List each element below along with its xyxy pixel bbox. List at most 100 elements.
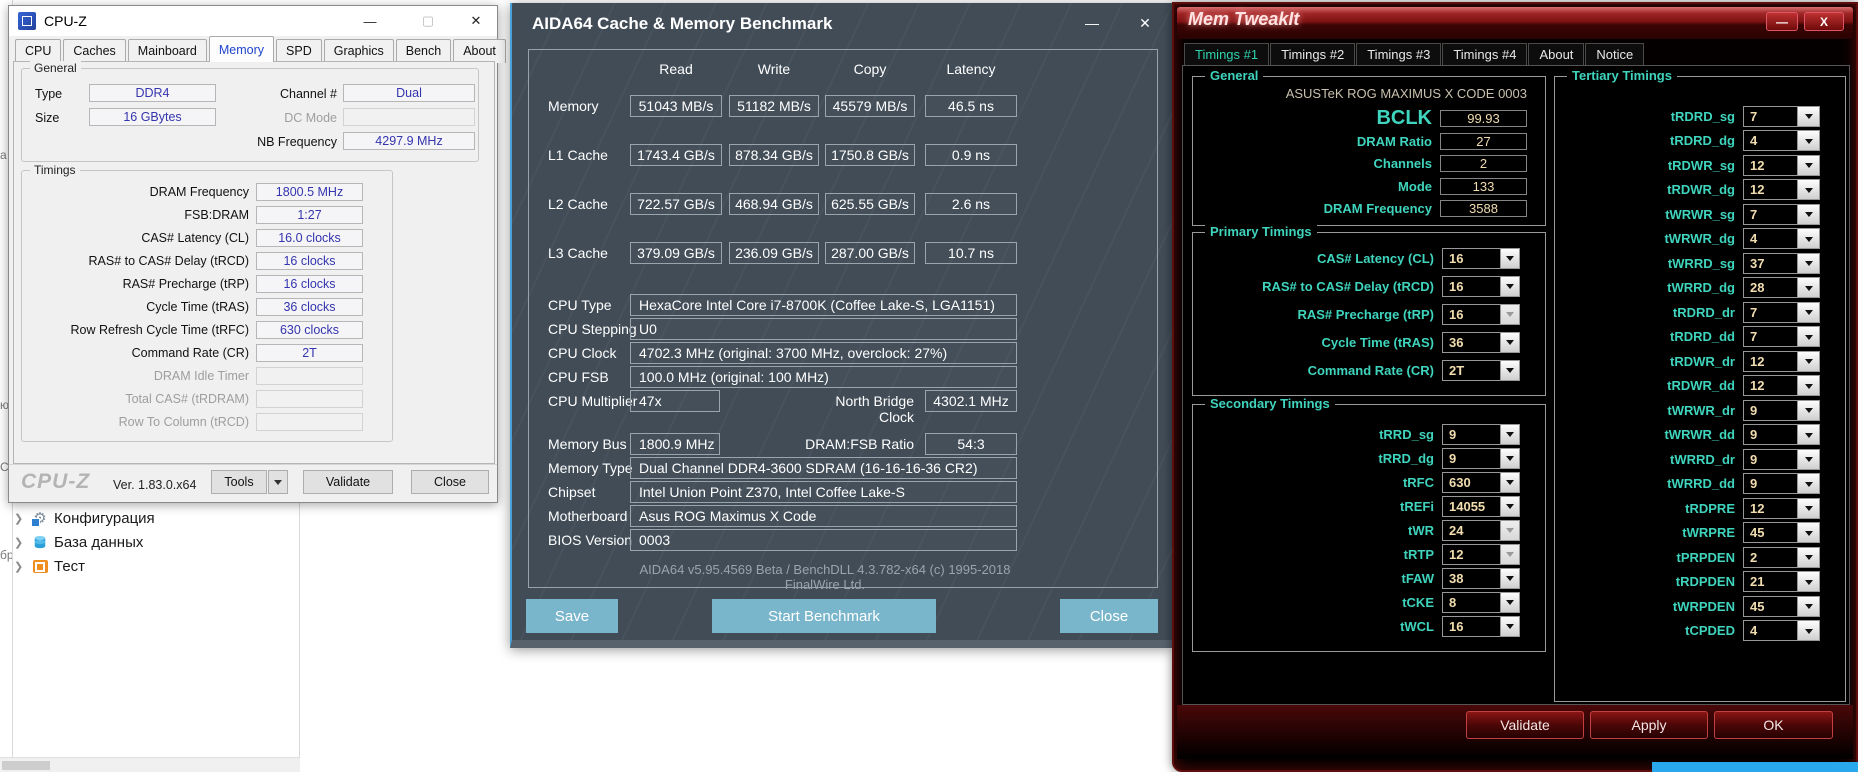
dropdown-arrow-icon[interactable]: [1500, 495, 1520, 517]
tab-caches[interactable]: Caches: [63, 39, 126, 63]
dropdown-arrow-icon[interactable]: [1797, 497, 1820, 519]
combo-twrpden[interactable]: 45: [1743, 595, 1820, 617]
combo-trtp[interactable]: 12: [1442, 543, 1520, 565]
dropdown-arrow-icon[interactable]: [1500, 447, 1520, 469]
tree-item-test[interactable]: Тест: [14, 556, 85, 576]
dropdown-arrow-icon[interactable]: [1797, 326, 1820, 348]
combo-cas-latency[interactable]: 16: [1442, 247, 1520, 269]
tools-button[interactable]: Tools: [211, 470, 267, 494]
combo-trdrd-dg[interactable]: 4: [1743, 130, 1820, 152]
combo-trfc[interactable]: 630: [1442, 471, 1520, 493]
dropdown-arrow-icon[interactable]: [1797, 179, 1820, 201]
dropdown-arrow-icon[interactable]: [1797, 203, 1820, 225]
combo-twrwr-dr[interactable]: 9: [1743, 399, 1820, 421]
dropdown-arrow-icon[interactable]: [1500, 471, 1520, 493]
dropdown-arrow-icon[interactable]: [1797, 350, 1820, 372]
combo-twcl[interactable]: 16: [1442, 615, 1520, 637]
combo-twrrd-sg[interactable]: 37: [1743, 252, 1820, 274]
combo-command-rate[interactable]: 2T: [1442, 359, 1520, 381]
dropdown-arrow-icon[interactable]: [1797, 620, 1820, 642]
tab-mainboard[interactable]: Mainboard: [127, 39, 207, 63]
combo-tfaw[interactable]: 38: [1442, 567, 1520, 589]
scrollbar-thumb[interactable]: [2, 761, 50, 770]
dropdown-arrow-icon[interactable]: [1500, 331, 1520, 353]
close-button[interactable]: ✕: [455, 6, 497, 36]
dropdown-arrow-icon[interactable]: [1500, 247, 1520, 269]
tools-dropdown-button[interactable]: [268, 470, 288, 494]
close-button[interactable]: ✕: [1130, 11, 1160, 35]
combo-twr[interactable]: 24: [1442, 519, 1520, 541]
dropdown-arrow-icon[interactable]: [1797, 546, 1820, 568]
combo-trdwr-dg[interactable]: 12: [1743, 179, 1820, 201]
validate-button[interactable]: Validate: [303, 470, 393, 494]
close-button[interactable]: X: [1804, 12, 1844, 31]
dropdown-arrow-icon[interactable]: [1797, 154, 1820, 176]
tab-bench[interactable]: Bench: [395, 39, 452, 63]
minimize-button[interactable]: —: [1077, 11, 1107, 35]
combo-tcpded[interactable]: 4: [1743, 620, 1820, 642]
dropdown-arrow-icon[interactable]: [1797, 375, 1820, 397]
combo-twrwr-sg[interactable]: 7: [1743, 203, 1820, 225]
dropdown-arrow-icon[interactable]: [1797, 252, 1820, 274]
horizontal-scrollbar[interactable]: [0, 757, 300, 772]
dropdown-arrow-icon[interactable]: [1797, 473, 1820, 495]
combo-trdwr-dr[interactable]: 12: [1743, 350, 1820, 372]
dropdown-arrow-icon[interactable]: [1797, 571, 1820, 593]
combo-trrd-sg[interactable]: 9: [1442, 423, 1520, 445]
combo-twrpre[interactable]: 45: [1743, 522, 1820, 544]
expand-chevron-icon[interactable]: [14, 512, 26, 525]
close-button[interactable]: Close: [411, 470, 489, 494]
minimize-button[interactable]: —: [349, 6, 391, 36]
combo-tcke[interactable]: 8: [1442, 591, 1520, 613]
tab-memory[interactable]: Memory: [208, 36, 275, 62]
dropdown-arrow-icon[interactable]: [1500, 567, 1520, 589]
combo-trrd-dg[interactable]: 9: [1442, 447, 1520, 469]
expand-chevron-icon[interactable]: [14, 536, 26, 549]
dropdown-arrow-icon[interactable]: [1797, 522, 1820, 544]
tab-timings-2[interactable]: Timings #2: [1270, 43, 1356, 66]
dropdown-arrow-icon[interactable]: [1797, 277, 1820, 299]
combo-tprpden[interactable]: 2: [1743, 546, 1820, 568]
dropdown-arrow-icon[interactable]: [1797, 424, 1820, 446]
combo-trdwr-dd[interactable]: 12: [1743, 375, 1820, 397]
tab-timings-1[interactable]: Timings #1: [1184, 43, 1270, 66]
combo-trdrd-dd[interactable]: 7: [1743, 326, 1820, 348]
tab-spd[interactable]: SPD: [276, 39, 322, 63]
dropdown-arrow-icon[interactable]: [1500, 275, 1520, 297]
combo-trdrd-dr[interactable]: 7: [1743, 301, 1820, 323]
combo-twrrd-dg[interactable]: 28: [1743, 277, 1820, 299]
save-button[interactable]: Save: [526, 599, 618, 633]
dropdown-arrow-icon[interactable]: [1797, 399, 1820, 421]
combo-trp[interactable]: 16: [1442, 303, 1520, 325]
combo-trefi[interactable]: 14055: [1442, 495, 1520, 517]
combo-trdrd-sg[interactable]: 7: [1743, 105, 1820, 127]
dropdown-arrow-icon[interactable]: [1797, 130, 1820, 152]
tab-about[interactable]: About: [453, 39, 506, 63]
tab-notice[interactable]: Notice: [1585, 43, 1645, 66]
dropdown-arrow-icon[interactable]: [1797, 448, 1820, 470]
dropdown-arrow-icon[interactable]: [1500, 615, 1520, 637]
validate-button[interactable]: Validate: [1466, 711, 1584, 739]
minimize-button[interactable]: —: [1766, 12, 1798, 31]
tab-about[interactable]: About: [1528, 43, 1585, 66]
combo-tras[interactable]: 36: [1442, 331, 1520, 353]
tab-timings-4[interactable]: Timings #4: [1442, 43, 1528, 66]
ok-button[interactable]: OK: [1714, 711, 1833, 739]
combo-trcd[interactable]: 16: [1442, 275, 1520, 297]
dropdown-arrow-icon[interactable]: [1500, 591, 1520, 613]
dropdown-arrow-icon[interactable]: [1500, 359, 1520, 381]
combo-trdwr-sg[interactable]: 12: [1743, 154, 1820, 176]
close-button[interactable]: Close: [1060, 599, 1158, 633]
apply-button[interactable]: Apply: [1590, 711, 1708, 739]
combo-twrrd-dr[interactable]: 9: [1743, 448, 1820, 470]
tab-cpu[interactable]: CPU: [15, 39, 62, 63]
start-benchmark-button[interactable]: Start Benchmark: [712, 599, 936, 633]
tab-graphics[interactable]: Graphics: [323, 39, 394, 63]
dropdown-arrow-icon[interactable]: [1500, 423, 1520, 445]
combo-twrwr-dg[interactable]: 4: [1743, 228, 1820, 250]
combo-twrwr-dd[interactable]: 9: [1743, 424, 1820, 446]
combo-twrrd-dd[interactable]: 9: [1743, 473, 1820, 495]
tree-item-database[interactable]: База данных: [14, 532, 143, 552]
tab-timings-3[interactable]: Timings #3: [1356, 43, 1442, 66]
expand-chevron-icon[interactable]: [14, 560, 26, 573]
